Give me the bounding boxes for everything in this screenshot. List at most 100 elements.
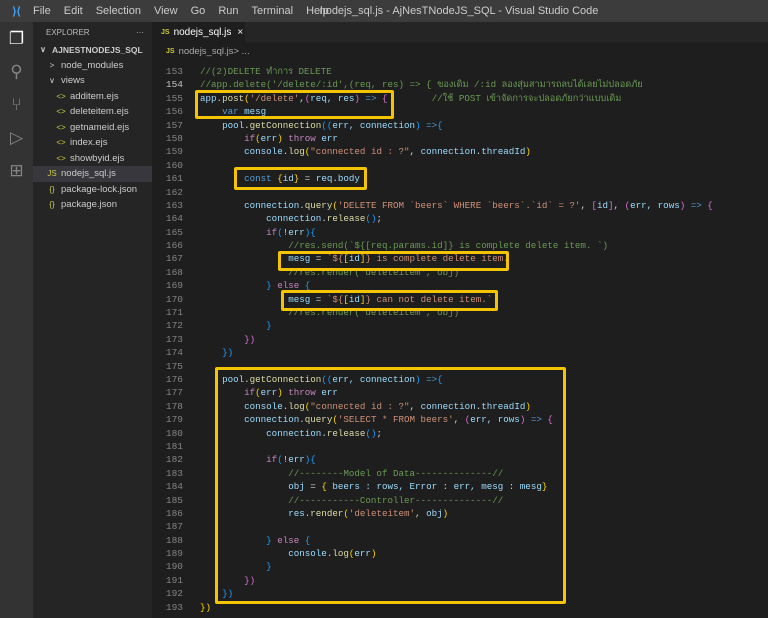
- files-icon[interactable]: ❐: [0, 22, 33, 55]
- tree-item[interactable]: JS nodejs_sql.js: [33, 166, 152, 182]
- code-token: "connected id : ?": [310, 146, 410, 158]
- tab-bar: JS nodejs_sql.js ×: [152, 22, 768, 42]
- line-number: 187: [165, 521, 183, 533]
- code-line: connection.query('DELETE FROM `beers` WH…: [200, 199, 713, 212]
- tree-item[interactable]: ∨ views: [33, 73, 152, 89]
- line-number: 154: [165, 79, 183, 91]
- js-file-icon: JS: [47, 169, 57, 179]
- chevron-right-icon: >: [49, 60, 55, 70]
- line-number: 155: [165, 92, 183, 104]
- code-token: (): [365, 213, 377, 225]
- explorer-sidebar: EXPLORER ··· ∨ AJNESTNODEJS_SQL > node_modu…: [33, 22, 152, 618]
- code-token: !err: [282, 226, 305, 238]
- tree-item-label: node_modules: [61, 59, 124, 71]
- code-token: connection: [266, 213, 322, 225]
- line-number: 178: [165, 400, 183, 412]
- code-token: 'DELETE FROM `beers` WHERE `beers`.`id` …: [337, 199, 581, 211]
- line-number: 181: [165, 440, 183, 452]
- line-number: 156: [165, 106, 183, 118]
- code-token: //app.delete('/delete/:id',(req, res) =>…: [200, 79, 643, 91]
- code-token: id: [597, 199, 609, 211]
- extensions-icon[interactable]: ⊞: [0, 154, 33, 187]
- tree-item-label: package-lock.json: [61, 183, 138, 195]
- line-number: 165: [165, 226, 183, 238]
- menu-run[interactable]: Run: [218, 5, 238, 17]
- code-token: log: [288, 146, 305, 158]
- highlight-box: [195, 90, 394, 119]
- code-token: err: [321, 132, 338, 144]
- project-folder[interactable]: ∨ AJNESTNODEJS_SQL: [33, 42, 152, 58]
- code-token: ((: [321, 119, 333, 131]
- tree-item[interactable]: <> additem.ejs: [33, 89, 152, 105]
- json-file-icon: {}: [49, 184, 55, 194]
- code-token: throw: [282, 132, 322, 144]
- vscode-logo-icon: ⟩⟨: [12, 5, 21, 18]
- code-token: query: [304, 199, 333, 211]
- menu-help[interactable]: Help: [306, 5, 329, 17]
- code-token: }): [222, 347, 234, 359]
- code-line: }): [200, 346, 713, 359]
- menu-file[interactable]: File: [33, 5, 51, 17]
- close-tab-button[interactable]: ×: [237, 27, 243, 38]
- code-token: {: [437, 119, 443, 131]
- tab-nodejs-sql[interactable]: JS nodejs_sql.js ×: [152, 22, 245, 42]
- activity-bar: ❐ ⚲ ⑂ ▷ ⊞: [0, 22, 33, 618]
- search-icon[interactable]: ⚲: [0, 55, 33, 88]
- line-number: 174: [165, 347, 183, 359]
- line-number: 193: [165, 601, 183, 613]
- more-actions-button[interactable]: ···: [136, 28, 144, 37]
- menu-terminal[interactable]: Terminal: [252, 5, 294, 17]
- ejs-file-icon: <>: [56, 122, 66, 132]
- js-file-icon: JS: [161, 28, 170, 36]
- code-token: {: [707, 199, 713, 211]
- tree-item[interactable]: {} package.json: [33, 197, 152, 213]
- menu-edit[interactable]: Edit: [64, 5, 83, 17]
- menu-bar: File Edit Selection View Go Run Terminal Help: [33, 5, 342, 17]
- code-token: connection: [420, 146, 476, 158]
- source-control-icon[interactable]: ⑂: [0, 88, 33, 121]
- code-token: if: [266, 226, 278, 238]
- ejs-file-icon: <>: [56, 153, 66, 163]
- breadcrumb-rest[interactable]: > ...: [233, 46, 249, 57]
- tree-item[interactable]: {} package-lock.json: [33, 182, 152, 198]
- menu-selection[interactable]: Selection: [96, 5, 141, 17]
- code-token: console: [244, 146, 283, 158]
- code-token: ;: [376, 213, 382, 225]
- tree-item-label: nodejs_sql.js: [61, 168, 116, 180]
- code-line: //(2)DELETE ทำการ DELETE: [200, 65, 713, 78]
- tree-item[interactable]: <> deleteitem.ejs: [33, 104, 152, 120]
- json-file-icon: {}: [49, 200, 55, 210]
- tree-item[interactable]: <> showbyid.ejs: [33, 151, 152, 167]
- code-token: ): [525, 146, 531, 158]
- line-number: 166: [165, 240, 183, 252]
- tree-item-label: additem.ejs: [70, 90, 119, 102]
- code-token: }: [266, 320, 272, 332]
- line-number: 182: [165, 454, 183, 466]
- explorer-header: EXPLORER: [46, 27, 90, 37]
- menu-view[interactable]: View: [154, 5, 178, 17]
- tree-item-label: deleteitem.ejs: [70, 106, 129, 118]
- line-number: 179: [165, 414, 183, 426]
- tree-item-label: views: [61, 75, 85, 87]
- highlight-box: [234, 167, 367, 190]
- line-number: 162: [165, 186, 183, 198]
- line-number: 175: [165, 360, 183, 372]
- code-token: {: [310, 226, 316, 238]
- tree-item-label: showbyid.ejs: [70, 152, 125, 164]
- tree-item[interactable]: > node_modules: [33, 58, 152, 74]
- code-token: ,: [613, 199, 625, 211]
- code-token: if: [244, 132, 256, 144]
- code-line: }): [200, 333, 713, 346]
- line-number: 157: [165, 119, 183, 131]
- tree-item[interactable]: <> getnameid.ejs: [33, 120, 152, 136]
- breadcrumb-file[interactable]: nodejs_sql.js: [179, 46, 234, 57]
- tree-item[interactable]: <> index.ejs: [33, 135, 152, 151]
- run-debug-icon[interactable]: ▷: [0, 121, 33, 154]
- chevron-down-icon: ∨: [40, 45, 46, 55]
- menu-go[interactable]: Go: [191, 5, 206, 17]
- line-number: 177: [165, 387, 183, 399]
